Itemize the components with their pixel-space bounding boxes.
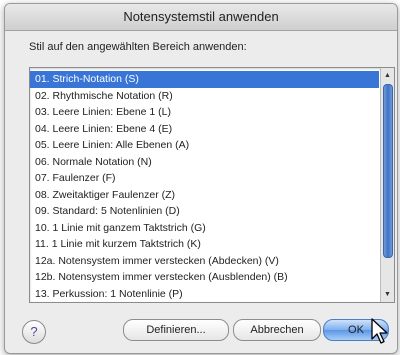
scroll-down-arrow-icon[interactable]: ▼ (381, 289, 394, 300)
cancel-button[interactable]: Abbrechen (233, 319, 321, 341)
list-item[interactable]: 04. Leere Linien: Ebene 4 (E) (30, 121, 379, 138)
list-item[interactable]: 01. Strich-Notation (S) (30, 71, 379, 88)
staff-style-list-items: 01. Strich-Notation (S) 02. Rhythmische N… (30, 71, 379, 302)
scroll-up-arrow-icon[interactable]: ▲ (381, 70, 394, 81)
apply-staff-style-dialog: Notensystemstil anwenden Stil auf den an… (4, 3, 398, 354)
list-item[interactable]: 05. Leere Linien: Alle Ebenen (A) (30, 137, 379, 154)
list-item[interactable]: 03. Leere Linien: Ebene 1 (L) (30, 104, 379, 121)
mouse-pointer-icon (371, 318, 388, 344)
list-item[interactable]: 12a. Notensystem immer verstecken (Abdec… (30, 253, 379, 270)
list-item[interactable]: 06. Normale Notation (N) (30, 154, 379, 171)
help-button[interactable]: ? (22, 320, 46, 344)
list-scrollbar[interactable]: ▲ ▼ (380, 68, 394, 302)
list-item[interactable]: 13. Perkussion: 1 Notenlinie (P) (30, 286, 379, 303)
instruction-label: Stil auf den angewählten Bereich anwende… (29, 41, 247, 53)
list-item[interactable]: 11. 1 Linie mit kurzem Taktstrich (K) (30, 236, 379, 253)
staff-style-list[interactable]: 01. Strich-Notation (S) 02. Rhythmische N… (29, 67, 395, 303)
scroll-thumb[interactable] (383, 84, 393, 258)
list-item[interactable]: 12b. Notensystem immer verstecken (Ausbl… (30, 269, 379, 286)
list-item[interactable]: 02. Rhythmische Notation (R) (30, 88, 379, 105)
dialog-title: Notensystemstil anwenden (5, 4, 397, 31)
list-item[interactable]: 10. 1 Linie mit ganzem Taktstrich (G) (30, 220, 379, 237)
list-item[interactable]: 07. Faulenzer (F) (30, 170, 379, 187)
list-item[interactable]: 09. Standard: 5 Notenlinien (D) (30, 203, 379, 220)
define-button[interactable]: Definieren... (123, 319, 229, 341)
list-item[interactable]: 08. Zweitaktiger Faulenzer (Z) (30, 187, 379, 204)
